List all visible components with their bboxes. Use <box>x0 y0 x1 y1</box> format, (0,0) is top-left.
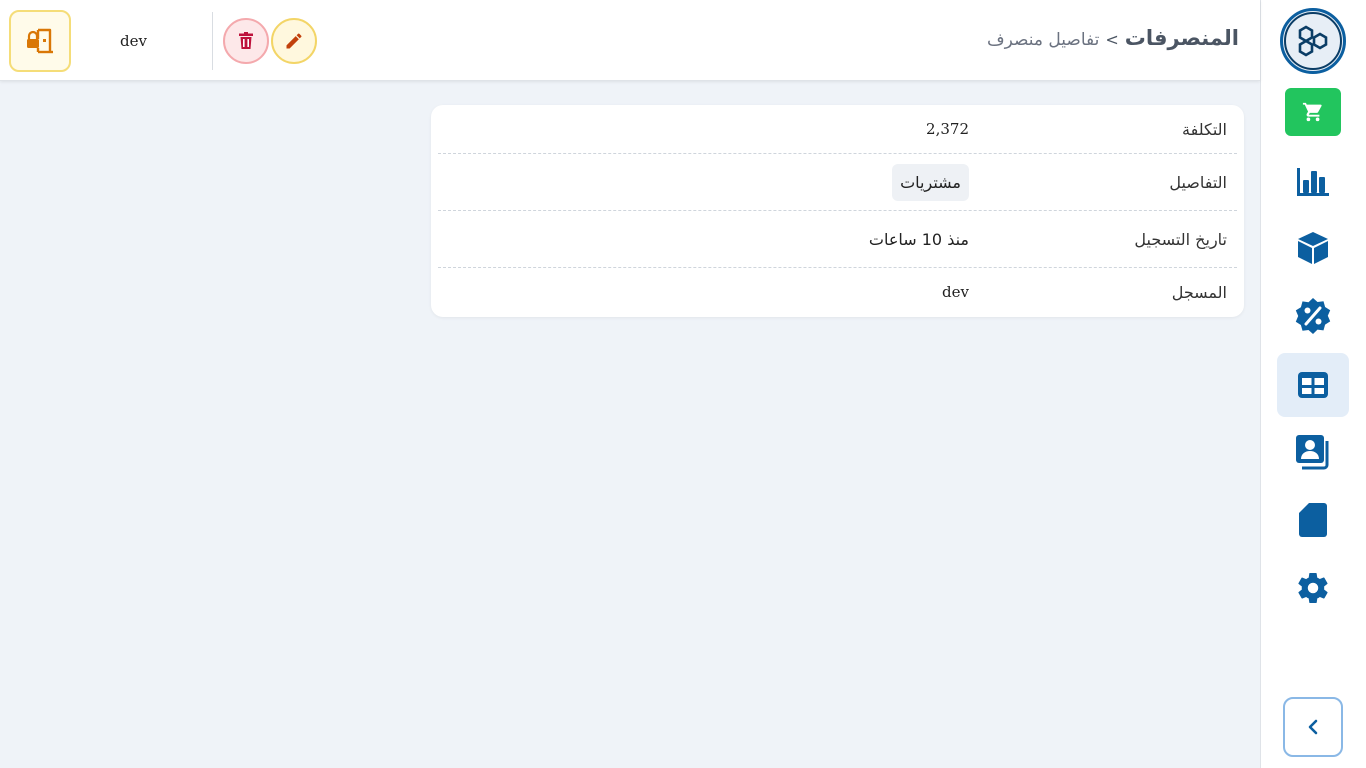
cart-icon <box>1302 102 1322 122</box>
nav-reports[interactable] <box>1277 150 1349 214</box>
gear-icon <box>1298 573 1328 604</box>
top-header: المنصرفات > تفاصيل منصرف dev <box>0 0 1260 81</box>
sidebar <box>1260 0 1366 768</box>
bar-chart-icon <box>1297 168 1329 196</box>
nav-contacts[interactable] <box>1277 420 1349 484</box>
date-value: منذ 10 ساعات <box>868 229 969 249</box>
registrar-label: المسجل <box>1171 282 1227 302</box>
nav-settings[interactable] <box>1277 556 1349 620</box>
chevron-left-icon <box>1308 719 1318 735</box>
detail-row-details: التفاصيل مشتريات <box>438 154 1237 211</box>
breadcrumb-current: تفاصيل منصرف <box>987 30 1100 50</box>
nav-discounts[interactable] <box>1277 284 1349 348</box>
cost-label: التكلفة <box>1182 119 1227 139</box>
hexagons-logo-icon <box>1298 25 1328 57</box>
pencil-icon <box>286 33 302 49</box>
nav-documents[interactable] <box>1277 488 1349 552</box>
door-lock-icon <box>27 28 53 54</box>
header-divider <box>212 12 213 70</box>
trash-icon <box>239 32 253 49</box>
table-icon <box>1298 372 1328 398</box>
edit-button[interactable] <box>271 18 317 64</box>
breadcrumb: المنصرفات > تفاصيل منصرف <box>987 26 1239 50</box>
details-label: التفاصيل <box>1169 172 1227 192</box>
breadcrumb-separator: > <box>1105 30 1119 49</box>
discount-badge-icon <box>1295 298 1331 334</box>
box-icon <box>1298 232 1328 264</box>
file-icon <box>1299 503 1327 537</box>
app-logo[interactable] <box>1280 8 1346 74</box>
details-chip: مشتريات <box>892 163 969 201</box>
detail-row-registrar: المسجل dev <box>438 268 1237 316</box>
cost-value: 2,372 <box>926 120 969 138</box>
nav-products[interactable] <box>1277 216 1349 280</box>
logout-button[interactable] <box>9 10 71 72</box>
date-label: تاريخ التسجيل <box>1134 229 1227 249</box>
registrar-value: dev <box>942 283 969 301</box>
breadcrumb-root[interactable]: المنصرفات <box>1125 26 1239 50</box>
nav-cart-button[interactable] <box>1285 88 1341 136</box>
nav-expenses[interactable] <box>1277 353 1349 417</box>
logo-ring <box>1284 12 1342 70</box>
detail-row-date: تاريخ التسجيل منذ 10 ساعات <box>438 211 1237 268</box>
sidebar-collapse-button[interactable] <box>1283 697 1343 757</box>
username-label: dev <box>120 32 147 50</box>
expense-details-card: التكلفة 2,372 التفاصيل مشتريات تاريخ الت… <box>431 105 1244 317</box>
delete-button[interactable] <box>223 18 269 64</box>
contacts-book-icon <box>1296 435 1329 470</box>
detail-row-cost: التكلفة 2,372 <box>438 105 1237 154</box>
